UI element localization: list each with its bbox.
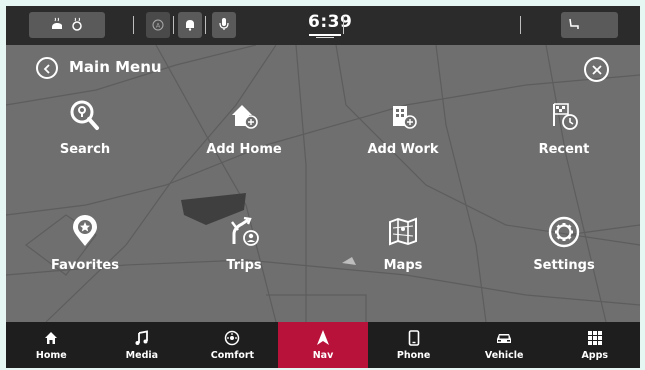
heated-seat-passenger-icon xyxy=(567,16,581,35)
menu-item-trips[interactable]: Trips xyxy=(179,214,309,294)
vehicle-icon xyxy=(494,329,514,347)
divider xyxy=(520,16,521,34)
nav-item-nav[interactable]: Nav xyxy=(277,322,369,368)
apps-grid-icon xyxy=(585,329,605,347)
voice-command-button[interactable] xyxy=(212,12,236,38)
nav-item-label: Home xyxy=(35,350,67,361)
circle-indicator-icon: A xyxy=(152,16,164,35)
trips-icon xyxy=(226,214,262,250)
menu-item-search[interactable]: Search xyxy=(20,98,150,178)
infotainment-screen: A 6:39 Main Menu Search Add Home Add Wor… xyxy=(6,6,640,368)
climate-quick-controls[interactable] xyxy=(29,12,105,38)
heated-seat-icon xyxy=(70,16,84,35)
nav-item-comfort[interactable]: Comfort xyxy=(187,322,278,368)
nav-item-label: Media xyxy=(125,350,159,361)
status-bar: A 6:39 xyxy=(6,6,640,45)
back-button[interactable] xyxy=(36,57,58,79)
nav-item-media[interactable]: Media xyxy=(97,322,188,368)
navigation-arrow-icon xyxy=(313,329,333,347)
music-note-icon xyxy=(132,329,152,347)
menu-item-add-home[interactable]: Add Home xyxy=(179,98,309,178)
divider xyxy=(133,16,134,34)
menu-item-label: Favorites xyxy=(51,258,119,273)
nav-item-phone[interactable]: Phone xyxy=(368,322,459,368)
passenger-climate-controls[interactable] xyxy=(561,12,618,38)
svg-text:A: A xyxy=(156,22,161,29)
menu-item-label: Search xyxy=(59,142,111,157)
add-work-icon xyxy=(385,98,421,134)
maps-icon xyxy=(385,214,421,250)
menu-item-label: Add Work xyxy=(367,142,439,157)
clock-underline xyxy=(316,37,334,38)
menu-item-maps[interactable]: Maps xyxy=(338,214,468,294)
clock-underline xyxy=(309,34,341,36)
chevron-left-icon xyxy=(43,59,51,78)
home-icon xyxy=(41,329,61,347)
search-icon xyxy=(67,98,103,134)
notifications-button[interactable] xyxy=(178,12,202,38)
nav-item-label: Comfort xyxy=(210,350,255,361)
menu-item-recent[interactable]: Recent xyxy=(499,98,629,178)
menu-item-label: Settings xyxy=(533,258,595,273)
nav-item-apps[interactable]: Apps xyxy=(549,322,640,368)
add-home-icon xyxy=(226,98,262,134)
menu-item-label: Maps xyxy=(383,258,423,273)
nav-item-label: Phone xyxy=(396,350,431,361)
nav-item-label: Vehicle xyxy=(484,350,524,361)
menu-item-label: Trips xyxy=(226,258,262,273)
settings-icon xyxy=(546,214,582,250)
phone-icon xyxy=(404,329,424,347)
divider xyxy=(173,16,174,34)
circle-indicator-button[interactable]: A xyxy=(146,12,170,38)
heated-steering-wheel-icon xyxy=(50,16,64,35)
nav-item-label: Apps xyxy=(581,350,609,361)
comfort-icon xyxy=(222,329,242,347)
page-title: Main Menu xyxy=(69,58,162,76)
menu-item-label: Add Home xyxy=(206,142,282,157)
close-button[interactable] xyxy=(584,57,609,82)
close-icon xyxy=(591,60,602,79)
clock[interactable]: 6:39 xyxy=(308,12,352,32)
menu-item-label: Recent xyxy=(538,142,590,157)
bell-icon xyxy=(184,16,196,35)
recent-icon xyxy=(546,98,582,134)
menu-item-settings[interactable]: Settings xyxy=(499,214,629,294)
nav-item-home[interactable]: Home xyxy=(6,322,97,368)
menu-item-add-work[interactable]: Add Work xyxy=(338,98,468,178)
divider xyxy=(205,16,206,34)
favorites-icon xyxy=(67,214,103,250)
microphone-icon xyxy=(218,16,230,35)
nav-item-vehicle[interactable]: Vehicle xyxy=(459,322,550,368)
menu-item-favorites[interactable]: Favorites xyxy=(20,214,150,294)
divider xyxy=(343,16,344,34)
nav-item-label: Nav xyxy=(312,350,334,361)
bottom-nav-bar: Home Media Comfort Nav Phone Vehicle App… xyxy=(6,322,640,368)
